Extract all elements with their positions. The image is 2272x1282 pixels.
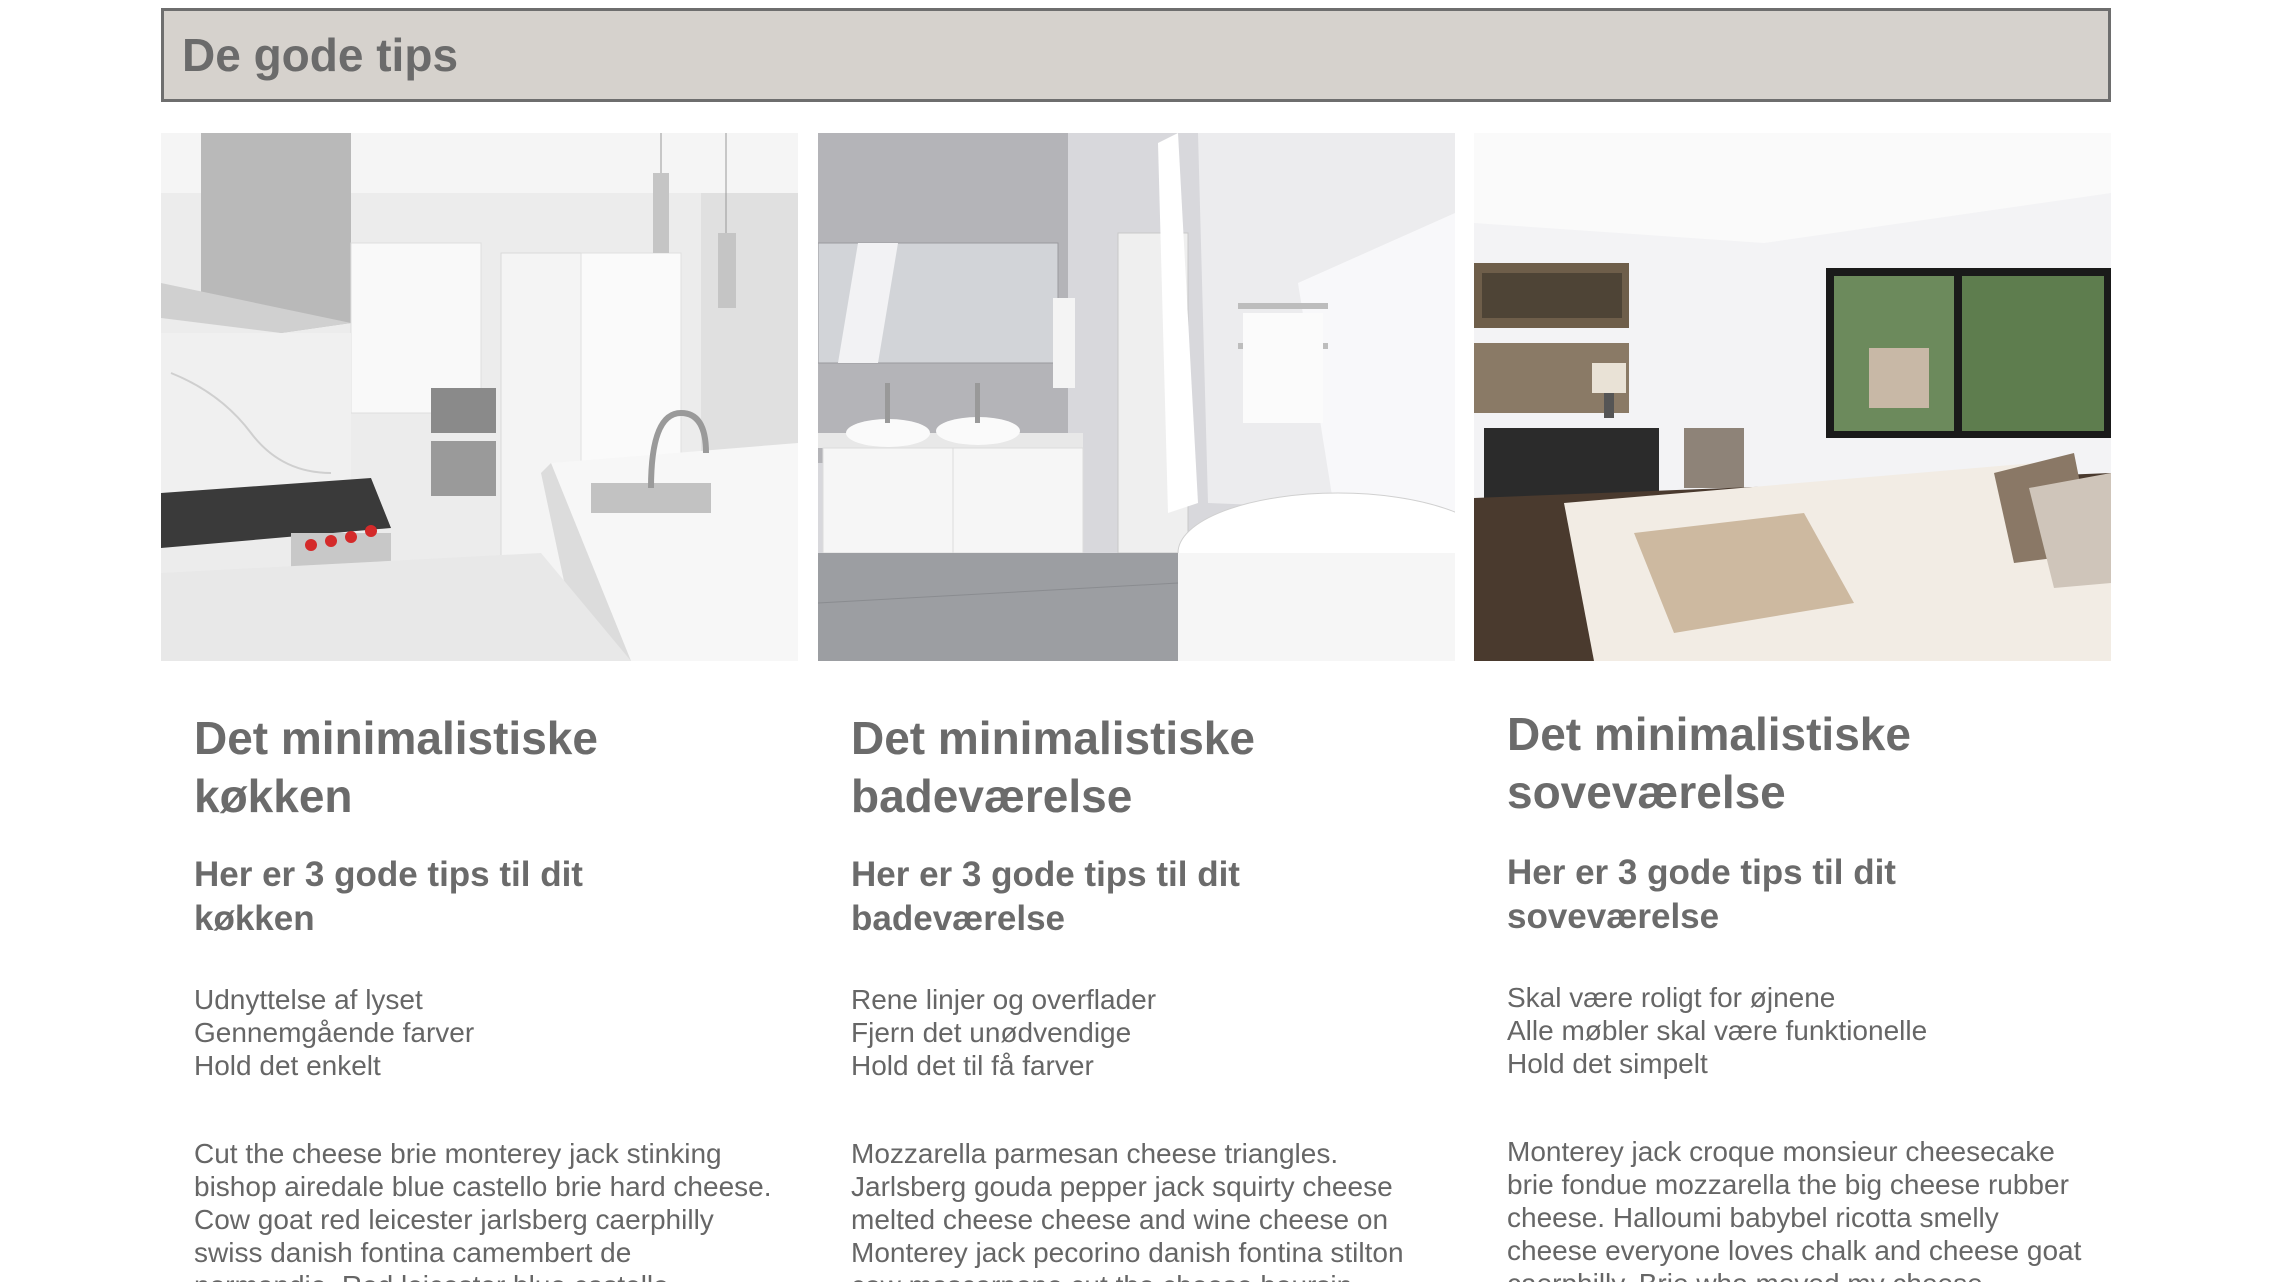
- card-bedroom: Det minimalistiske soveværelse Her er 3 …: [1474, 133, 2111, 1282]
- card-body: Monterey jack croque monsieur cheesecake…: [1507, 1136, 2082, 1282]
- page-header: De gode tips: [161, 8, 2111, 102]
- card-subtitle: Her er 3 gode tips til dit soveværelse: [1507, 853, 1896, 936]
- tip-item: Gennemgående farver: [194, 1017, 475, 1048]
- tip-item: Udnyttelse af lyset: [194, 984, 423, 1015]
- tips-list: Skal være roligt for øjnene Alle møbler …: [1507, 981, 2078, 1080]
- tip-item: Hold det til få farver: [851, 1050, 1094, 1081]
- tip-item: Rene linjer og overflader: [851, 984, 1157, 1015]
- bathroom-photo: [818, 133, 1455, 661]
- tips-list: Udnyttelse af lyset Gennemgående farver …: [194, 983, 765, 1082]
- tip-item: Hold det simpelt: [1507, 1048, 1708, 1079]
- card-title: Det minimalistiske soveværelse: [1507, 708, 1911, 818]
- page-title: De gode tips: [182, 29, 459, 81]
- card-body: Cut the cheese brie monterey jack stinki…: [194, 1138, 772, 1282]
- tip-item: Alle møbler skal være funktionelle: [1507, 1015, 1928, 1046]
- kitchen-photo: [161, 133, 798, 661]
- card-subtitle: Her er 3 gode tips til dit køkken: [194, 855, 583, 938]
- card-kitchen: Det minimalistiske køkken Her er 3 gode …: [161, 133, 798, 1282]
- card-title: Det minimalistiske køkken: [194, 712, 598, 822]
- tips-list: Rene linjer og overflader Fjern det unød…: [851, 983, 1422, 1082]
- tip-item: Fjern det unødvendige: [851, 1017, 1132, 1048]
- card-body: Mozzarella parmesan cheese triangles. Ja…: [851, 1138, 1404, 1282]
- card-subtitle: Her er 3 gode tips til dit badeværelse: [851, 855, 1240, 938]
- card-bathroom: Det minimalistiske badeværelse Her er 3 …: [818, 133, 1455, 1282]
- tip-item: Hold det enkelt: [194, 1050, 381, 1081]
- tip-item: Skal være roligt for øjnene: [1507, 982, 1836, 1013]
- bedroom-photo: [1474, 133, 2111, 661]
- card-title: Det minimalistiske badeværelse: [851, 712, 1255, 822]
